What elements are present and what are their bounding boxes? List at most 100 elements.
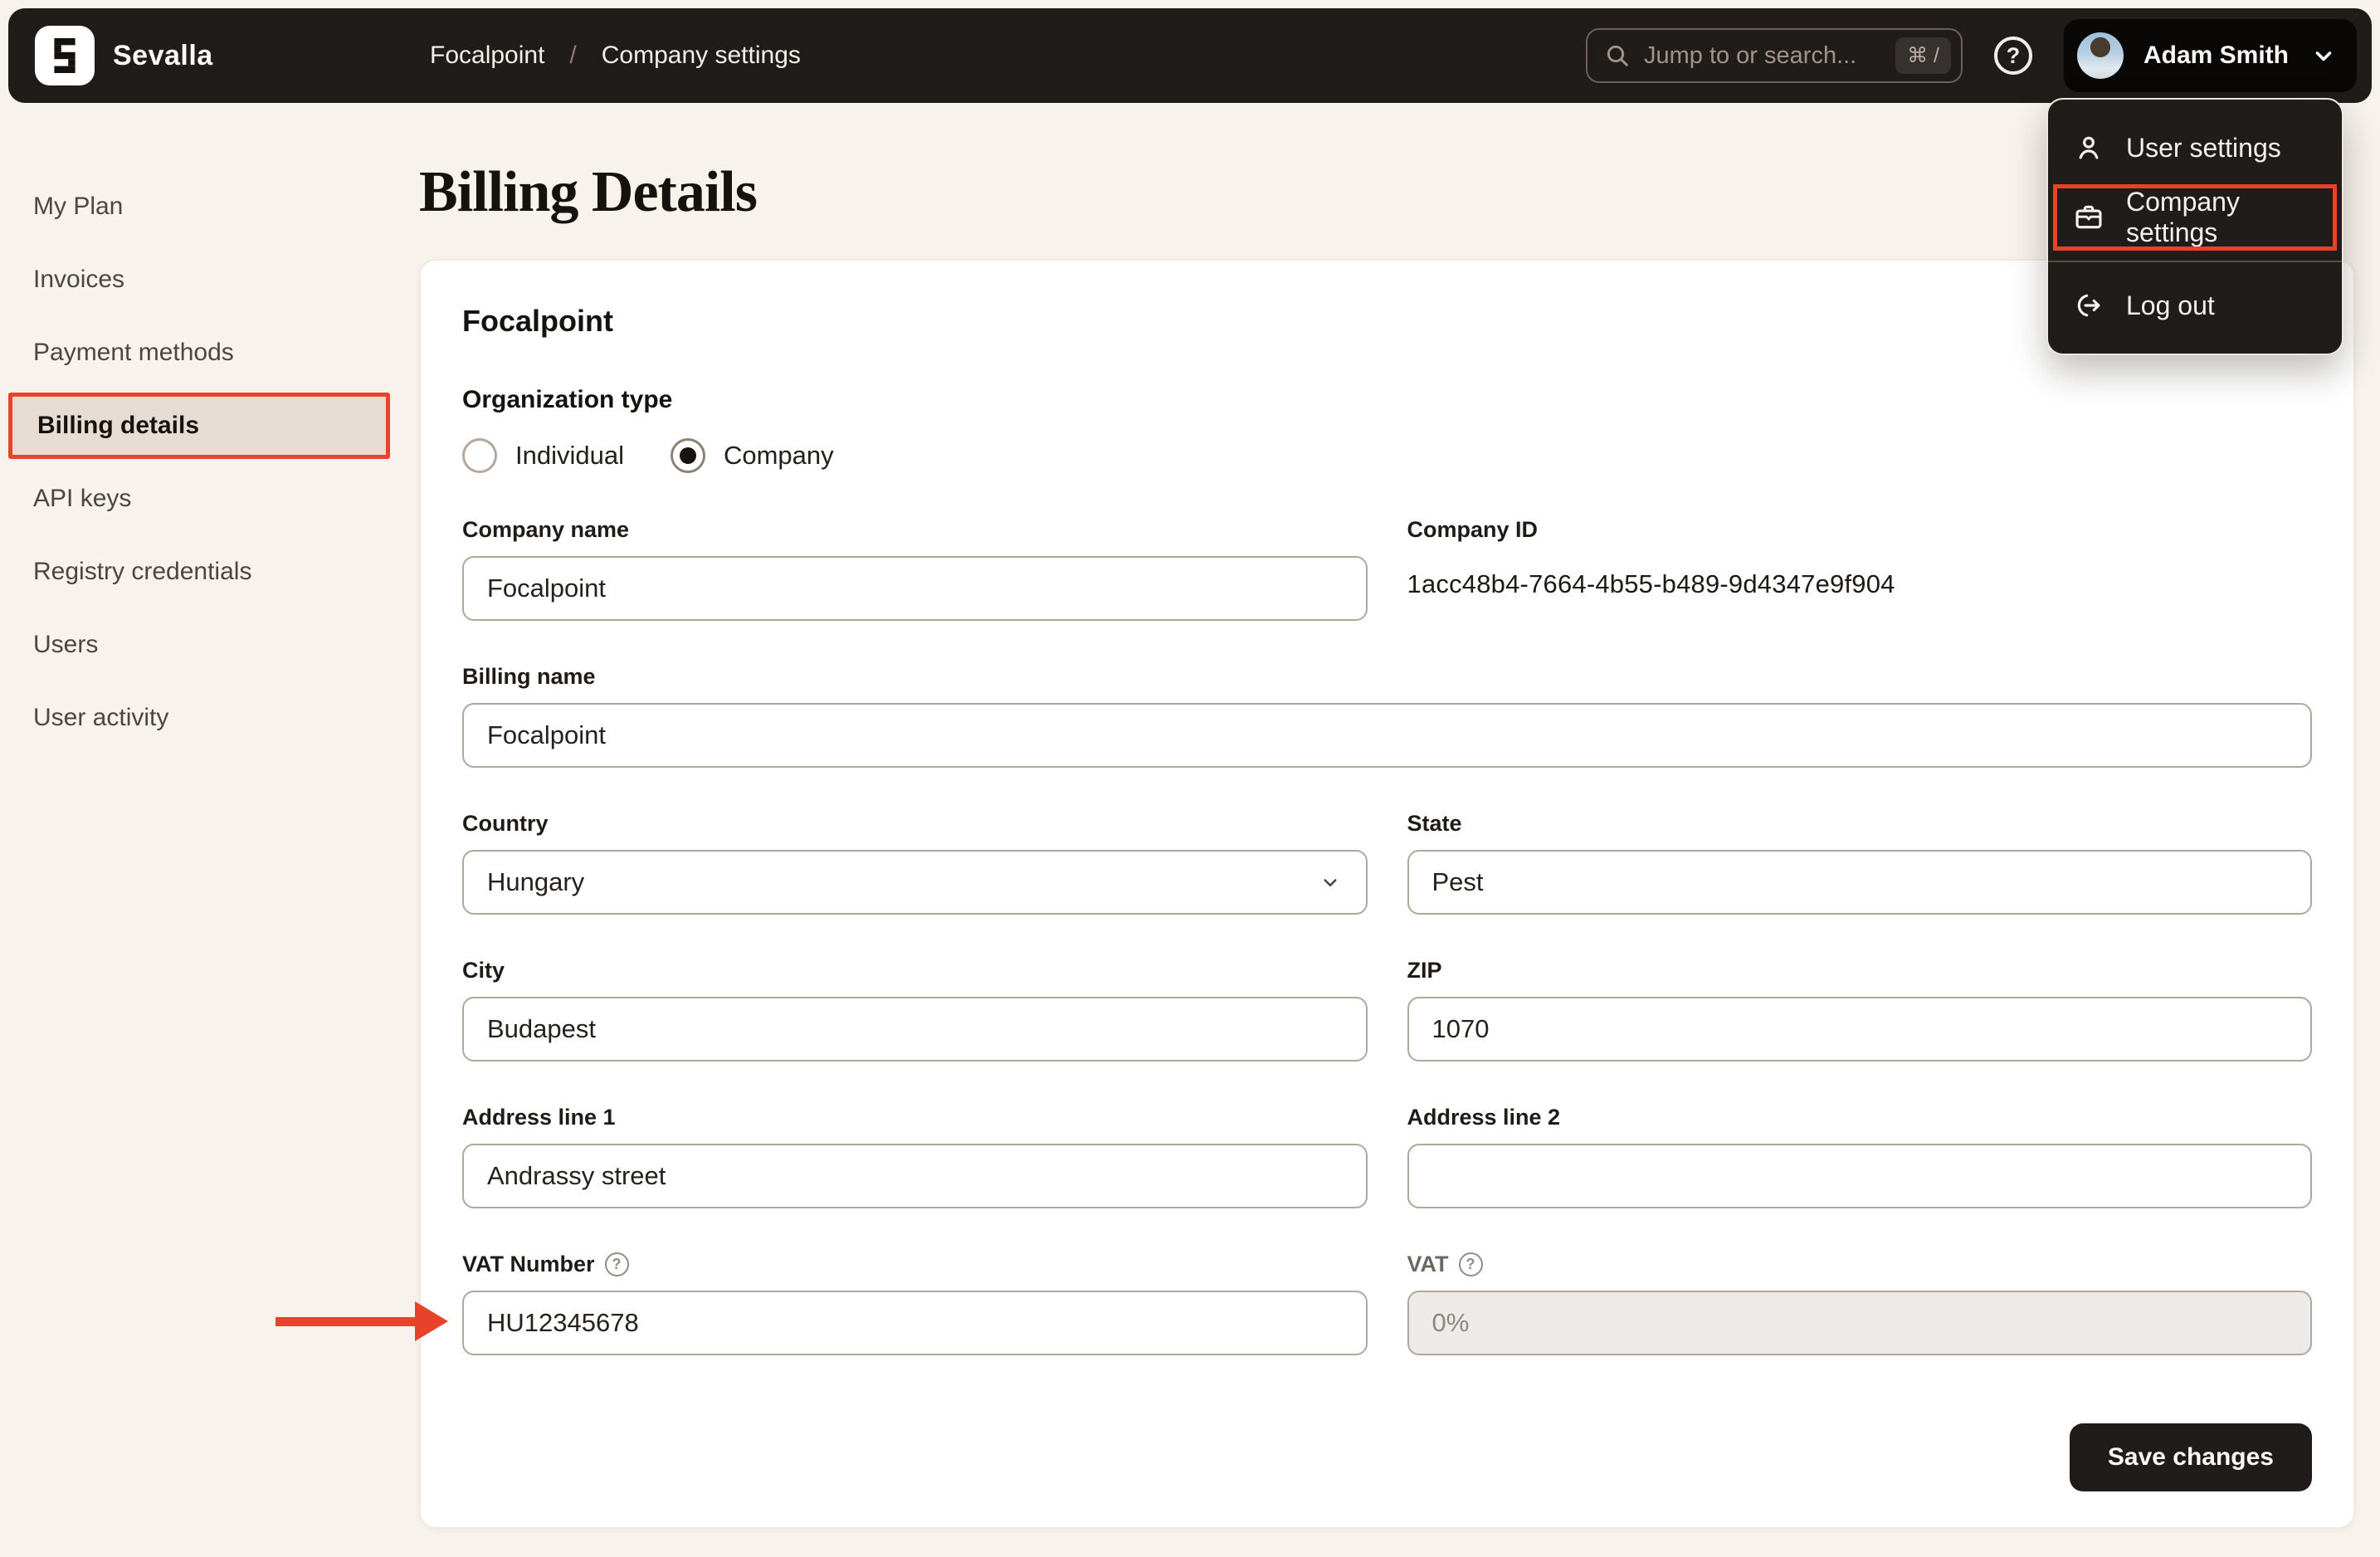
sidebar-item-billing-details[interactable]: Billing details <box>8 393 390 459</box>
annotation-arrow-line <box>276 1316 415 1326</box>
search-placeholder: Jump to or search... <box>1643 41 1857 69</box>
radio-checked-icon[interactable] <box>670 438 705 473</box>
help-button[interactable]: ? <box>1993 37 2032 75</box>
city-field[interactable]: Budapest <box>462 997 1368 1062</box>
address-line-1-group: Address line 1 Andrassy street <box>462 1105 1368 1208</box>
sidebar-item-registry-credentials[interactable]: Registry credentials <box>8 535 390 608</box>
form-row-address: Address line 1 Andrassy street Address l… <box>462 1105 2312 1208</box>
country-label: Country <box>462 811 549 836</box>
breadcrumb-page[interactable]: Company settings <box>602 41 801 70</box>
search-shortcut-badge: ⌘ / <box>1895 37 1951 74</box>
vat-number-label-text: VAT Number <box>462 1252 595 1276</box>
radio-dot <box>679 447 696 464</box>
form-row-company: Company name Focalpoint Company ID 1acc4… <box>462 517 2312 621</box>
logout-icon <box>2073 290 2104 321</box>
brand-name: Sevalla <box>113 39 213 71</box>
state-field[interactable]: Pest <box>1407 850 2312 915</box>
breadcrumb: Focalpoint / Company settings <box>430 8 801 103</box>
menu-item-log-out[interactable]: Log out <box>2048 271 2342 340</box>
country-group: Country Hungary <box>462 811 1368 915</box>
help-circle-icon[interactable]: ? <box>1458 1252 1483 1276</box>
form-row-city-zip: City Budapest ZIP 1070 <box>462 958 2312 1062</box>
country-select[interactable]: Hungary <box>462 850 1368 915</box>
sidebar-item-invoices[interactable]: Invoices <box>8 243 390 316</box>
chevron-down-icon <box>2315 51 2332 61</box>
topbar-right: Jump to or search... ⌘ / ? Adam Smith <box>1585 19 2357 92</box>
zip-group: ZIP 1070 <box>1407 958 2312 1062</box>
search-input[interactable]: Jump to or search... ⌘ / <box>1585 28 1963 83</box>
user-dropdown-menu: User settings Company settings Log out <box>2046 98 2343 355</box>
pixel-s-glyph <box>54 38 76 73</box>
zip-field[interactable]: 1070 <box>1407 997 2312 1062</box>
address-line-2-label: Address line 2 <box>1407 1105 1561 1130</box>
menu-item-label: Company settings <box>2126 187 2240 247</box>
company-name-group: Company name Focalpoint <box>462 517 1368 621</box>
sevalla-logo-icon <box>35 26 95 85</box>
radio-option-individual[interactable]: Individual <box>462 438 624 473</box>
vat-label: VAT ? <box>1407 1252 2313 1277</box>
sidebar-item-api-keys[interactable]: API keys <box>8 462 390 535</box>
vat-number-group: VAT Number ? HU12345678 <box>462 1252 1368 1355</box>
sidebar-item-user-activity[interactable]: User activity <box>8 681 390 754</box>
company-id-value: 1acc48b4-7664-4b55-b489-9d4347e9f904 <box>1407 569 1895 598</box>
vat-field-disabled: 0% <box>1407 1291 2312 1355</box>
top-bar: Sevalla Focalpoint / Company settings Ju… <box>8 8 2372 103</box>
avatar <box>2076 32 2124 79</box>
zip-label: ZIP <box>1407 958 1442 983</box>
sidebar-item-payment-methods[interactable]: Payment methods <box>8 316 390 389</box>
radio-label: Company <box>723 441 834 470</box>
menu-item-user-settings[interactable]: User settings <box>2048 113 2342 183</box>
radio-unchecked-icon[interactable] <box>462 438 497 473</box>
search-icon <box>1607 45 1628 66</box>
address-line-1-label: Address line 1 <box>462 1105 616 1130</box>
company-name-field[interactable]: Focalpoint <box>462 556 1368 621</box>
menu-item-label: User settings <box>2126 132 2281 163</box>
billing-name-label: Billing name <box>462 664 596 689</box>
city-label: City <box>462 958 505 983</box>
user-menu-button[interactable]: Adam Smith <box>2063 19 2357 92</box>
vat-number-field[interactable]: HU12345678 <box>462 1291 1368 1355</box>
organization-type-options: Individual Company <box>462 437 2312 474</box>
state-label: State <box>1407 811 1462 836</box>
billing-name-group: Billing name Focalpoint <box>462 664 2312 768</box>
settings-sidebar: My Plan Invoices Payment methods Billing… <box>8 170 390 754</box>
billing-details-screen: Sevalla Focalpoint / Company settings Ju… <box>0 0 2380 1557</box>
chevron-down-icon <box>1324 879 1336 886</box>
city-group: City Budapest <box>462 958 1368 1062</box>
form-row-country-state: Country Hungary State Pest <box>462 811 2312 915</box>
sidebar-item-users[interactable]: Users <box>8 608 390 681</box>
annotation-arrow <box>276 1301 448 1341</box>
company-id-group: Company ID 1acc48b4-7664-4b55-b489-9d434… <box>1407 517 2313 621</box>
billing-form-card: Focalpoint Organization type Individual … <box>419 259 2355 1529</box>
company-id-label: Company ID <box>1407 517 1539 542</box>
vat-number-label: VAT Number ? <box>462 1252 1368 1277</box>
menu-item-label: Log out <box>2126 290 2215 320</box>
page-title: Billing Details <box>419 160 758 224</box>
user-icon <box>2073 132 2104 164</box>
menu-item-company-settings[interactable]: Company settings <box>2048 183 2342 252</box>
country-selected-value: Hungary <box>487 867 585 896</box>
state-group: State Pest <box>1407 811 2312 915</box>
address-line-2-field[interactable] <box>1407 1144 2312 1208</box>
brand[interactable]: Sevalla <box>35 26 213 85</box>
organization-type-label: Organization type <box>462 386 673 413</box>
company-title: Focalpoint <box>462 304 613 338</box>
annotation-arrow-head <box>415 1301 448 1341</box>
radio-label: Individual <box>515 441 624 470</box>
briefcase-icon <box>2073 202 2104 233</box>
billing-name-field[interactable]: Focalpoint <box>462 703 2312 768</box>
save-row: Save changes <box>462 1423 2312 1491</box>
help-circle-icon[interactable]: ? <box>604 1252 629 1276</box>
address-line-1-field[interactable]: Andrassy street <box>462 1144 1368 1208</box>
menu-divider <box>2048 261 2342 262</box>
breadcrumb-org[interactable]: Focalpoint <box>430 41 544 70</box>
save-changes-button[interactable]: Save changes <box>2069 1423 2312 1491</box>
sidebar-item-my-plan[interactable]: My Plan <box>8 170 390 243</box>
radio-option-company[interactable]: Company <box>670 438 834 473</box>
vat-label-text: VAT <box>1407 1252 1449 1276</box>
vat-group: VAT ? 0% <box>1407 1252 2313 1355</box>
address-line-2-group: Address line 2 <box>1407 1105 2312 1208</box>
company-name-label: Company name <box>462 517 630 542</box>
form-row-vat: VAT Number ? HU12345678 VAT ? 0% <box>462 1252 2312 1355</box>
user-name: Adam Smith <box>2143 41 2289 69</box>
